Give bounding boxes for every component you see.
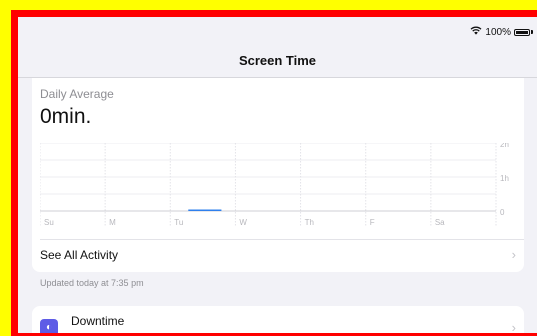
chart-day-label: W [239, 218, 247, 227]
chevron-right-icon[interactable]: › [512, 247, 516, 262]
device-screen: 100% Screen Time Daily Average 0min. Su M… [18, 17, 537, 333]
battery-fill [516, 30, 528, 34]
chart-y-tick-label: 1h [500, 174, 509, 183]
chart-day-label: F [370, 218, 375, 227]
see-all-activity-link[interactable]: See All Activity [40, 248, 118, 262]
chart-day-label: Th [305, 218, 314, 227]
daily-average-label: Daily Average [40, 87, 114, 101]
wifi-icon [470, 26, 482, 38]
downtime-label: Downtime [71, 314, 125, 328]
chevron-right-icon[interactable]: › [512, 320, 516, 333]
daily-average-value: 0min. [40, 105, 92, 128]
usage-chart-svg: Su M Tu W Th F Sa 2h 1h 0 [40, 143, 509, 227]
downtime-row[interactable]: ◐ Downtime › [32, 306, 524, 333]
nav-bar: Screen Time [18, 45, 537, 78]
chart-day-label: Sa [435, 218, 445, 227]
chart-day-label: Tu [174, 218, 183, 227]
battery-percent: 100% [485, 26, 511, 38]
updated-timestamp: Updated today at 7:35 pm [40, 278, 144, 288]
usage-chart: Su M Tu W Th F Sa 2h 1h 0 [40, 143, 524, 235]
downtime-icon: ◐ [40, 319, 58, 333]
battery-nub [531, 30, 533, 34]
status-bar: 100% [18, 17, 537, 45]
chart-day-label: M [109, 218, 116, 227]
chart-bar [188, 209, 222, 211]
status-indicators: 100% [470, 26, 533, 38]
usage-card: Daily Average 0min. Su M Tu W Th F Sa 2h 1h 0 See… [32, 78, 524, 272]
page-title: Screen Time [238, 53, 317, 68]
chart-y-tick-label: 2h [500, 143, 509, 149]
battery-icon [514, 28, 530, 36]
chart-y-tick-label: 0 [500, 208, 505, 217]
divider [40, 239, 524, 240]
chart-day-label: Su [44, 218, 54, 227]
